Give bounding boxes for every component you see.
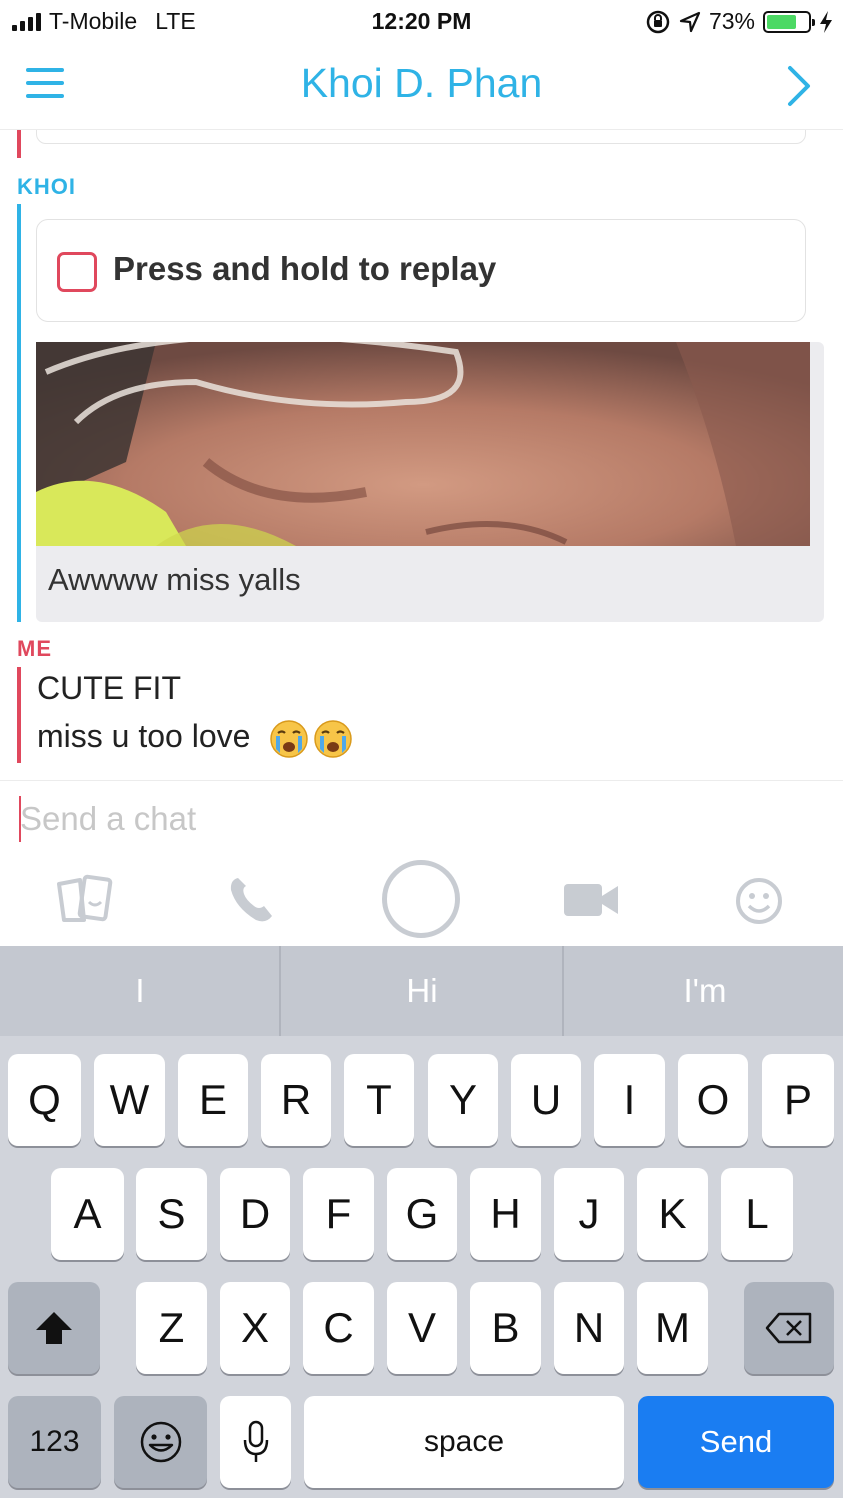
camera-capture-button[interactable] xyxy=(382,860,460,938)
khoi-message-bar xyxy=(17,204,21,622)
ios-keyboard: I Hi I'm Q W E R T Y U I O P A S D F G H… xyxy=(0,946,843,1498)
key-m[interactable]: M xyxy=(637,1282,708,1374)
key-l[interactable]: L xyxy=(721,1168,793,1260)
backspace-key[interactable] xyxy=(744,1282,834,1374)
chat-header: Khoi D. Phan xyxy=(0,44,843,130)
battery-percent: 73% xyxy=(708,8,755,34)
prediction-divider xyxy=(562,946,564,1036)
key-t[interactable]: T xyxy=(344,1054,414,1146)
chat-action-bar xyxy=(0,856,843,944)
chevron-right-icon[interactable] xyxy=(785,64,813,108)
replay-text: Press and hold to replay xyxy=(113,250,497,287)
shift-key[interactable] xyxy=(8,1282,100,1374)
saved-snap-card[interactable]: Awwww miss yalls xyxy=(36,342,824,622)
previous-message-bar xyxy=(17,130,21,158)
prediction-divider xyxy=(279,946,281,1036)
send-key[interactable]: Send xyxy=(638,1396,834,1488)
key-k[interactable]: K xyxy=(637,1168,708,1260)
prediction-3[interactable]: I'm xyxy=(565,946,843,1036)
chat-title[interactable]: Khoi D. Phan xyxy=(0,60,843,107)
status-right: 73% xyxy=(645,8,833,35)
me-message-bar xyxy=(17,667,21,763)
key-d[interactable]: D xyxy=(220,1168,290,1260)
orientation-lock-icon xyxy=(646,10,670,33)
emoji-key[interactable] xyxy=(114,1396,207,1488)
key-c[interactable]: C xyxy=(303,1282,374,1374)
replay-snap-card[interactable]: Press and hold to replay xyxy=(36,219,806,322)
key-e[interactable]: E xyxy=(178,1054,248,1146)
crying-emoji-group xyxy=(269,719,353,759)
backspace-icon xyxy=(765,1312,812,1344)
snap-caption: Awwww miss yalls xyxy=(48,562,301,597)
location-arrow-icon xyxy=(679,11,701,32)
memories-cards-icon[interactable] xyxy=(54,874,114,924)
key-v[interactable]: V xyxy=(387,1282,457,1374)
crying-face-icon xyxy=(314,719,353,758)
key-w[interactable]: W xyxy=(94,1054,165,1146)
prediction-1[interactable]: I xyxy=(0,946,280,1036)
me-message-text: miss u too love xyxy=(37,718,251,754)
key-n[interactable]: N xyxy=(554,1282,624,1374)
crying-face-icon xyxy=(270,719,309,758)
key-u[interactable]: U xyxy=(511,1054,581,1146)
prediction-2[interactable]: Hi xyxy=(282,946,562,1036)
key-f[interactable]: F xyxy=(303,1168,374,1260)
key-j[interactable]: J xyxy=(554,1168,624,1260)
key-h[interactable]: H xyxy=(470,1168,541,1260)
key-q[interactable]: Q xyxy=(8,1054,81,1146)
sender-label-me: ME xyxy=(17,636,52,661)
emoji-icon xyxy=(140,1421,181,1463)
status-bar: T-Mobile LTE 12:20 PM 73% xyxy=(0,0,843,44)
snap-replay-icon xyxy=(57,252,97,292)
key-y[interactable]: Y xyxy=(428,1054,498,1146)
me-message-text[interactable]: CUTE FIT xyxy=(37,670,181,707)
key-a[interactable]: A xyxy=(51,1168,124,1260)
key-p[interactable]: P xyxy=(762,1054,834,1146)
charging-bolt-icon xyxy=(820,10,832,33)
video-call-icon[interactable] xyxy=(562,880,620,920)
dictation-key[interactable] xyxy=(220,1396,291,1488)
key-o[interactable]: O xyxy=(678,1054,748,1146)
sticker-emoji-icon[interactable] xyxy=(734,876,784,926)
chat-thread: KHOI Press and hold to replay Awwww miss… xyxy=(0,130,843,782)
sender-label-khoi: KHOI xyxy=(17,174,76,199)
key-i[interactable]: I xyxy=(594,1054,665,1146)
me-message-row[interactable]: miss u too love xyxy=(37,718,353,759)
microphone-icon xyxy=(243,1420,268,1462)
key-z[interactable]: Z xyxy=(136,1282,207,1374)
phone-call-icon[interactable] xyxy=(226,874,278,926)
key-g[interactable]: G xyxy=(387,1168,457,1260)
previous-message-card xyxy=(36,130,806,144)
shift-arrow-icon xyxy=(36,1312,72,1344)
snap-photo xyxy=(36,342,810,546)
compose-divider xyxy=(0,780,843,781)
snap-image[interactable] xyxy=(36,342,810,546)
key-r[interactable]: R xyxy=(261,1054,331,1146)
battery-icon xyxy=(763,10,815,33)
predictive-bar: I Hi I'm xyxy=(0,946,843,1036)
key-b[interactable]: B xyxy=(470,1282,541,1374)
space-key[interactable]: space xyxy=(304,1396,624,1488)
chat-input[interactable] xyxy=(20,794,800,844)
key-x[interactable]: X xyxy=(220,1282,290,1374)
numbers-key[interactable]: 123 xyxy=(8,1396,101,1488)
key-s[interactable]: S xyxy=(136,1168,207,1260)
